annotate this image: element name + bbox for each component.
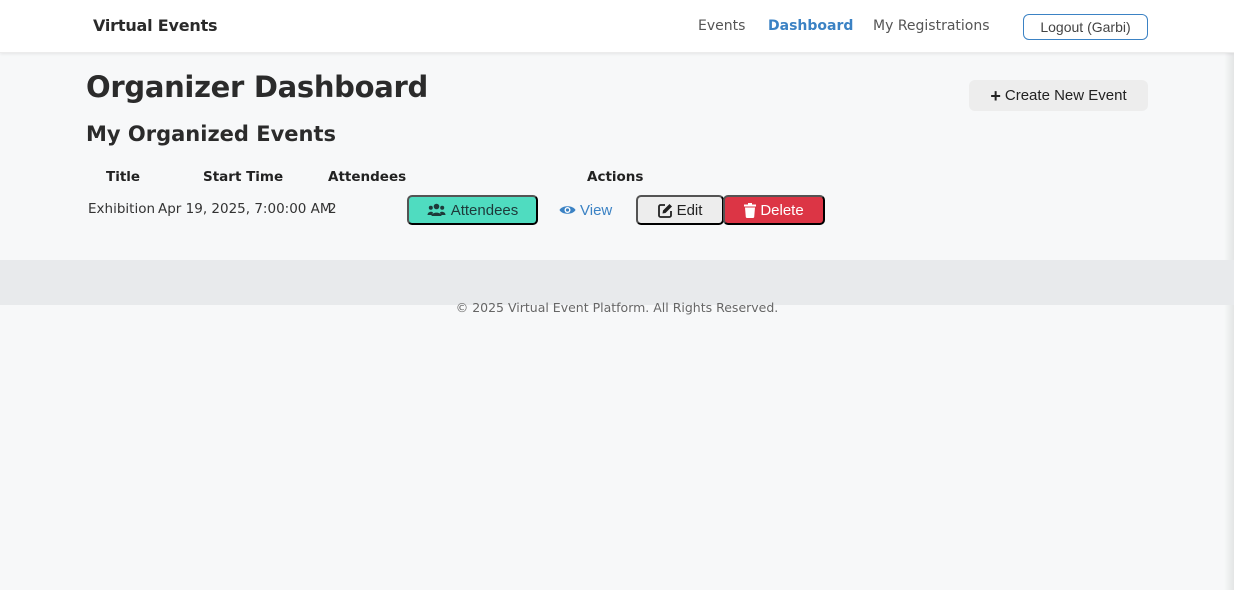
nav-link-dashboard[interactable]: Dashboard — [768, 18, 853, 34]
eye-icon — [559, 204, 576, 216]
edit-icon — [657, 203, 673, 218]
column-header-title: Title — [106, 169, 141, 185]
delete-event-button[interactable]: Delete — [723, 195, 825, 225]
column-header-start-time: Start Time — [203, 169, 284, 185]
page-title: Organizer Dashboard — [86, 70, 428, 104]
create-new-event-label: Create New Event — [1004, 87, 1127, 104]
cell-event-title: Exhibition — [88, 201, 156, 217]
edit-button-label: Edit — [676, 201, 703, 219]
create-new-event-button[interactable]: + Create New Event — [969, 80, 1148, 111]
nav-link-my-registrations[interactable]: My Registrations — [873, 18, 990, 34]
top-navbar: Virtual Events Events Dashboard My Regis… — [0, 0, 1234, 53]
footer-copyright: © 2025 Virtual Event Platform. All Right… — [455, 300, 779, 315]
brand-logo[interactable]: Virtual Events — [93, 16, 218, 35]
column-header-attendees: Attendees — [328, 169, 407, 185]
view-event-link[interactable]: View — [559, 195, 612, 225]
view-attendees-button[interactable]: Attendees — [407, 195, 538, 225]
logout-button[interactable]: Logout (Garbi) — [1023, 14, 1148, 40]
footer-band — [0, 260, 1234, 305]
section-title: My Organized Events — [86, 122, 337, 146]
cell-start-time: Apr 19, 2025, 7:00:00 AM — [158, 201, 332, 217]
view-link-label: View — [580, 201, 613, 219]
column-header-actions: Actions — [587, 169, 644, 185]
edit-event-button[interactable]: Edit — [636, 195, 724, 225]
delete-button-label: Delete — [760, 201, 804, 219]
cell-attendee-count: 2 — [328, 201, 337, 217]
users-icon — [427, 203, 446, 217]
trash-icon — [744, 202, 757, 218]
attendees-button-label: Attendees — [450, 201, 519, 219]
nav-link-events[interactable]: Events — [698, 18, 745, 34]
plus-icon: + — [990, 85, 1001, 106]
